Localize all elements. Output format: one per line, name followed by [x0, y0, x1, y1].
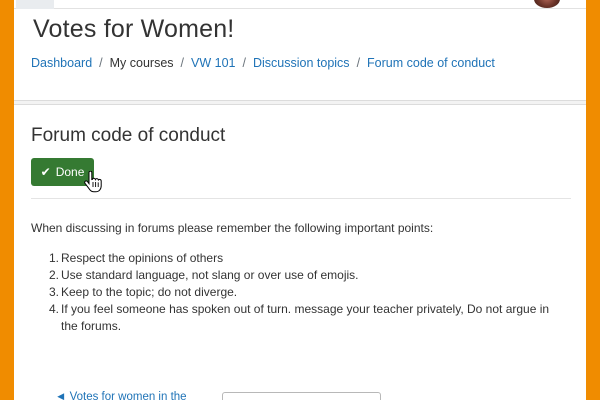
hand-cursor-icon	[84, 171, 102, 193]
breadcrumb-separator: /	[180, 56, 185, 70]
page-title: Forum code of conduct	[31, 125, 226, 146]
previous-activity-link[interactable]: ◄ Votes for women in the	[55, 391, 187, 400]
jump-to-select[interactable]	[222, 392, 381, 400]
conduct-list: 1. Respect the opinions of others 2. Use…	[49, 250, 569, 335]
list-item-number: 1.	[49, 251, 60, 265]
content-divider	[31, 198, 571, 199]
list-item-text: If you feel someone has spoken out of tu…	[61, 302, 550, 333]
page-header: Votes for Women! Dashboard / My courses …	[14, 9, 586, 101]
list-item: 2. Use standard language, not slang or o…	[49, 267, 569, 284]
breadcrumb: Dashboard / My courses / VW 101 / Discus…	[31, 56, 495, 70]
page-frame: Votes for Women! Dashboard / My courses …	[14, 0, 586, 400]
list-item-number: 2.	[49, 268, 60, 282]
user-avatar[interactable]	[534, 0, 560, 8]
check-icon: ✔	[40, 165, 51, 179]
breadcrumb-my-courses: My courses	[109, 56, 174, 70]
top-navbar	[14, 0, 586, 9]
breadcrumb-separator: /	[356, 56, 361, 70]
breadcrumb-dashboard[interactable]: Dashboard	[31, 56, 92, 70]
list-item-text: Use standard language, not slang or over…	[61, 268, 359, 282]
list-item-number: 4.	[49, 302, 60, 316]
list-item: 4. If you feel someone has spoken out of…	[49, 301, 569, 335]
breadcrumb-discussion-topics[interactable]: Discussion topics	[253, 56, 350, 70]
main-content: Forum code of conduct ✔ Done When discus…	[14, 104, 586, 400]
intro-text: When discussing in forums please remembe…	[31, 221, 434, 235]
list-item-text: Keep to the topic; do not diverge.	[61, 285, 238, 299]
list-item-number: 3.	[49, 285, 60, 299]
done-button-label: Done	[55, 165, 85, 179]
list-item: 1. Respect the opinions of others	[49, 250, 569, 267]
breadcrumb-course[interactable]: VW 101	[191, 56, 235, 70]
list-item-text: Respect the opinions of others	[61, 251, 224, 265]
course-title: Votes for Women!	[33, 15, 235, 43]
nav-drawer-toggle[interactable]	[16, 0, 54, 9]
breadcrumb-forum-code[interactable]: Forum code of conduct	[367, 56, 495, 70]
breadcrumb-separator: /	[99, 56, 103, 70]
breadcrumb-separator: /	[242, 56, 246, 70]
list-item: 3. Keep to the topic; do not diverge.	[49, 284, 569, 301]
